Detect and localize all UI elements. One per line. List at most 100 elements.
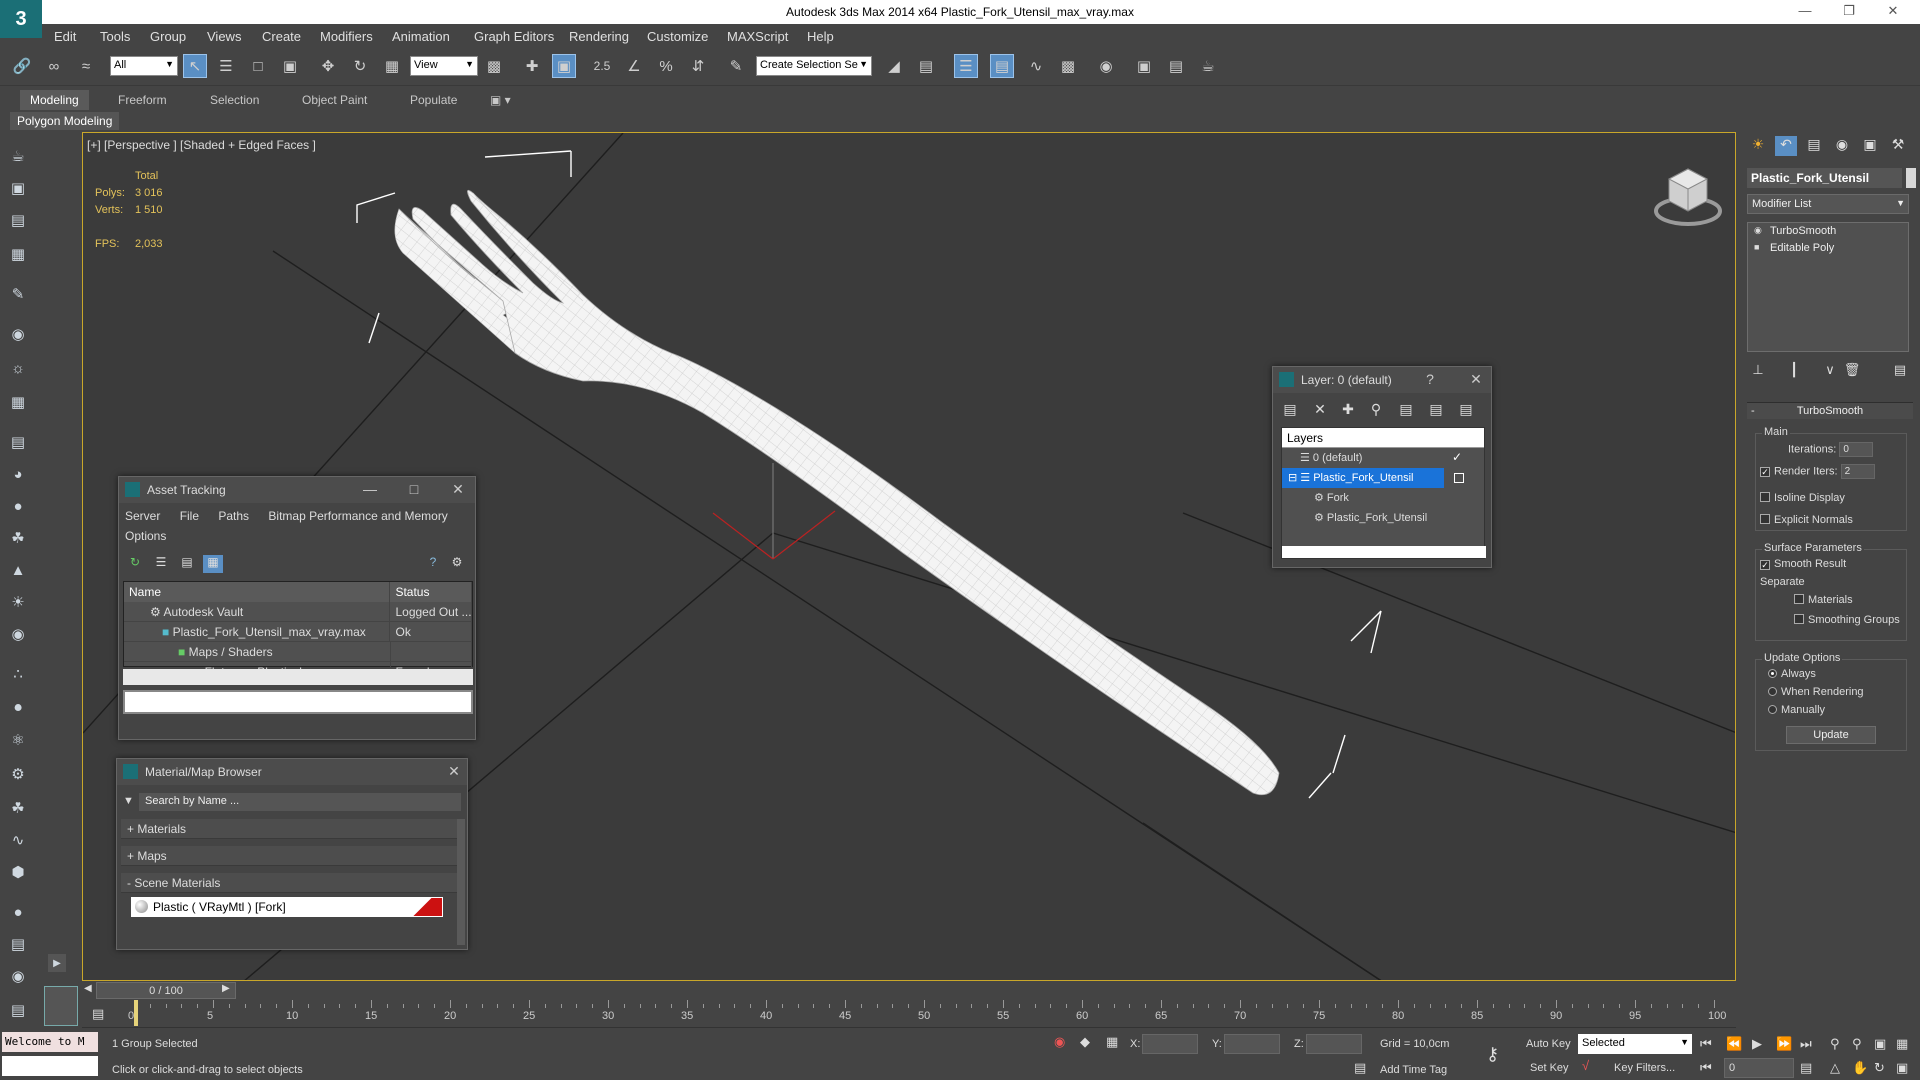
column-status[interactable]: Status bbox=[390, 582, 472, 602]
isolate-selection-icon[interactable]: ◉ bbox=[1054, 1034, 1065, 1050]
tab-selection[interactable]: Selection bbox=[200, 90, 269, 110]
settings-icon[interactable]: ⚙ bbox=[447, 555, 467, 573]
column-name[interactable]: Name bbox=[124, 582, 391, 602]
tree-view-icon[interactable]: ▤ bbox=[177, 555, 197, 573]
table-row[interactable]: ■ Plastic_Fork_Utensil_max_vray.max Ok bbox=[124, 622, 472, 642]
menu-animation[interactable]: Animation bbox=[392, 29, 450, 44]
menu-graph-editors[interactable]: Graph Editors bbox=[474, 29, 554, 44]
hemisphere-icon[interactable]: ◕ bbox=[6, 462, 30, 486]
key-mode-dropdown[interactable]: Selected ▼ bbox=[1578, 1034, 1692, 1054]
add-to-layer-icon[interactable]: ✚ bbox=[1337, 401, 1359, 418]
spinner-snap-icon[interactable]: ⇵ bbox=[686, 54, 710, 78]
manipulate-icon[interactable]: ✚ bbox=[520, 54, 544, 78]
layer-row-plastic-fork-utensil[interactable]: ⊟ ☰ Plastic_Fork_Utensil bbox=[1282, 468, 1464, 488]
rectangular-region-icon[interactable]: □ bbox=[246, 54, 270, 78]
restore-icon[interactable]: ❐ bbox=[1834, 3, 1864, 19]
viewport-label[interactable]: [+] [Perspective ] [Shaded + Edged Faces… bbox=[87, 138, 316, 152]
menu-bitmap-performance[interactable]: Bitmap Performance and Memory bbox=[268, 509, 447, 523]
set-current-checkbox[interactable] bbox=[1454, 473, 1464, 483]
layers-header[interactable]: Layers bbox=[1282, 428, 1484, 448]
curve-editor-small-icon[interactable]: ▤ bbox=[92, 1006, 104, 1022]
pin-stack-icon[interactable]: ⊥ bbox=[1749, 362, 1767, 378]
current-frame-field[interactable]: 0 bbox=[1724, 1058, 1794, 1078]
render-production-icon[interactable]: ☕ bbox=[1196, 54, 1220, 78]
layer-row-default[interactable]: ☰ 0 (default) ✓ bbox=[1282, 448, 1484, 468]
show-end-result-icon[interactable]: ┃ bbox=[1785, 362, 1803, 378]
menu-options[interactable]: Options bbox=[125, 529, 166, 543]
menu-paths[interactable]: Paths bbox=[218, 509, 249, 523]
menu-file[interactable]: File bbox=[180, 509, 199, 523]
field-of-view-icon[interactable]: △ bbox=[1830, 1060, 1840, 1076]
menu-tools[interactable]: Tools bbox=[100, 29, 130, 44]
film-icon[interactable]: ▦ bbox=[6, 390, 30, 414]
material-editor-icon[interactable]: ◉ bbox=[1094, 54, 1118, 78]
update-when-rendering-radio[interactable]: When Rendering bbox=[1768, 686, 1864, 698]
atom-icon[interactable]: ⚛ bbox=[6, 728, 30, 752]
ribbon-polygon-modeling[interactable]: Polygon Modeling bbox=[10, 112, 120, 130]
layer-dialog-titlebar[interactable]: Layer: 0 (default) ? ✕ bbox=[1273, 367, 1491, 393]
separate-smoothing-groups-checkbox[interactable]: Smoothing Groups bbox=[1794, 614, 1900, 626]
mirror-icon[interactable]: ◢ bbox=[882, 54, 906, 78]
object-color-swatch[interactable] bbox=[1906, 168, 1916, 188]
auto-key-button[interactable]: Auto Key bbox=[1526, 1038, 1571, 1050]
table-row[interactable]: ⚙ Autodesk Vault Logged Out ... bbox=[124, 602, 472, 622]
layer-manager-icon[interactable]: ☰ bbox=[954, 54, 978, 78]
bind-space-warp-icon[interactable]: ≈ bbox=[74, 54, 98, 78]
absolute-mode-icon[interactable]: ▦ bbox=[1106, 1034, 1118, 1050]
current-frame-marker[interactable] bbox=[134, 1000, 138, 1026]
link-icon[interactable]: 🔗 bbox=[10, 54, 34, 78]
material-browser-titlebar[interactable]: Material/Map Browser ✕ bbox=[117, 759, 467, 785]
window-crossing-icon[interactable]: ▣ bbox=[278, 54, 302, 78]
close-icon[interactable]: ✕ bbox=[1878, 3, 1908, 19]
pivot-center-icon[interactable]: ▩ bbox=[482, 54, 506, 78]
configure-sets-icon[interactable]: ▤ bbox=[1891, 362, 1909, 378]
previous-frame-icon[interactable]: ⏪ bbox=[1726, 1036, 1742, 1052]
close-icon[interactable]: ✕ bbox=[447, 481, 469, 498]
reference-coordinate-dropdown[interactable]: View ▼ bbox=[410, 56, 478, 76]
modifier-list-dropdown[interactable]: Modifier List ▼ bbox=[1747, 194, 1909, 214]
stack-item-turbosmooth[interactable]: ◉ TurboSmooth bbox=[1748, 223, 1908, 240]
key-filters-button[interactable]: Key Filters... bbox=[1614, 1062, 1675, 1074]
maximize-icon[interactable]: □ bbox=[403, 481, 425, 497]
angle-snap-icon[interactable]: ∠ bbox=[622, 54, 646, 78]
selection-filter-dropdown[interactable]: All ▼ bbox=[110, 56, 178, 76]
refresh-icon[interactable]: ↻ bbox=[125, 555, 145, 573]
menu-modifiers[interactable]: Modifiers bbox=[320, 29, 373, 44]
expand-plus-icon[interactable]: ■ bbox=[1754, 242, 1759, 252]
zoom-extents-all-icon[interactable]: ▦ bbox=[1896, 1036, 1908, 1052]
set-key-button[interactable]: Set Key bbox=[1530, 1062, 1569, 1074]
help-button[interactable]: ? bbox=[1419, 371, 1441, 387]
menu-server[interactable]: Server bbox=[125, 509, 160, 523]
plant-icon[interactable]: ☘ bbox=[6, 796, 30, 820]
edit-named-selection-icon[interactable]: ✎ bbox=[724, 54, 748, 78]
make-unique-icon[interactable]: ∨ bbox=[1821, 362, 1839, 378]
select-by-name-icon[interactable]: ☰ bbox=[214, 54, 238, 78]
update-manually-radio[interactable]: Manually bbox=[1768, 704, 1825, 716]
hide-all-icon[interactable]: ▤ bbox=[1425, 401, 1447, 418]
y-coordinate-field[interactable] bbox=[1224, 1034, 1280, 1054]
minimize-icon[interactable]: — bbox=[1790, 3, 1820, 18]
select-in-layer-icon[interactable]: ⚲ bbox=[1365, 401, 1387, 418]
render-iters-control[interactable]: ✓ Render Iters: 2 bbox=[1760, 464, 1875, 479]
maximize-viewport-icon[interactable]: ▣ bbox=[1896, 1060, 1908, 1076]
layer-object-fork[interactable]: ⚙ Fork bbox=[1282, 488, 1484, 508]
camera-icon[interactable]: ◉ bbox=[6, 322, 30, 346]
tab-freeform[interactable]: Freeform bbox=[108, 90, 177, 110]
tab-object-paint[interactable]: Object Paint bbox=[292, 90, 377, 110]
dome-icon[interactable]: ☘ bbox=[6, 526, 30, 550]
select-object-icon[interactable]: ↖ bbox=[183, 54, 207, 78]
folder-icon[interactable]: ▤ bbox=[6, 430, 30, 454]
search-input[interactable]: Search by Name ... bbox=[139, 793, 461, 811]
play-icon[interactable]: ▶ bbox=[1752, 1036, 1762, 1052]
tab-populate[interactable]: Populate bbox=[400, 90, 467, 110]
move-icon[interactable]: ✥ bbox=[316, 54, 340, 78]
hex-icon[interactable]: ⬢ bbox=[6, 860, 30, 884]
table-row[interactable]: ■ Maps / Shaders bbox=[124, 642, 472, 662]
percent-snap-icon[interactable]: % bbox=[654, 54, 678, 78]
asset-tracking-titlebar[interactable]: Asset Tracking — □ ✕ bbox=[119, 477, 475, 503]
render-setup-icon[interactable]: ▣ bbox=[1132, 54, 1156, 78]
next-frame-icon[interactable]: ⏩ bbox=[1776, 1036, 1792, 1052]
browser-options-icon[interactable]: ▼ bbox=[123, 795, 134, 807]
maxscript-input-field[interactable] bbox=[2, 1056, 98, 1076]
category-materials[interactable]: + Materials bbox=[121, 819, 461, 839]
